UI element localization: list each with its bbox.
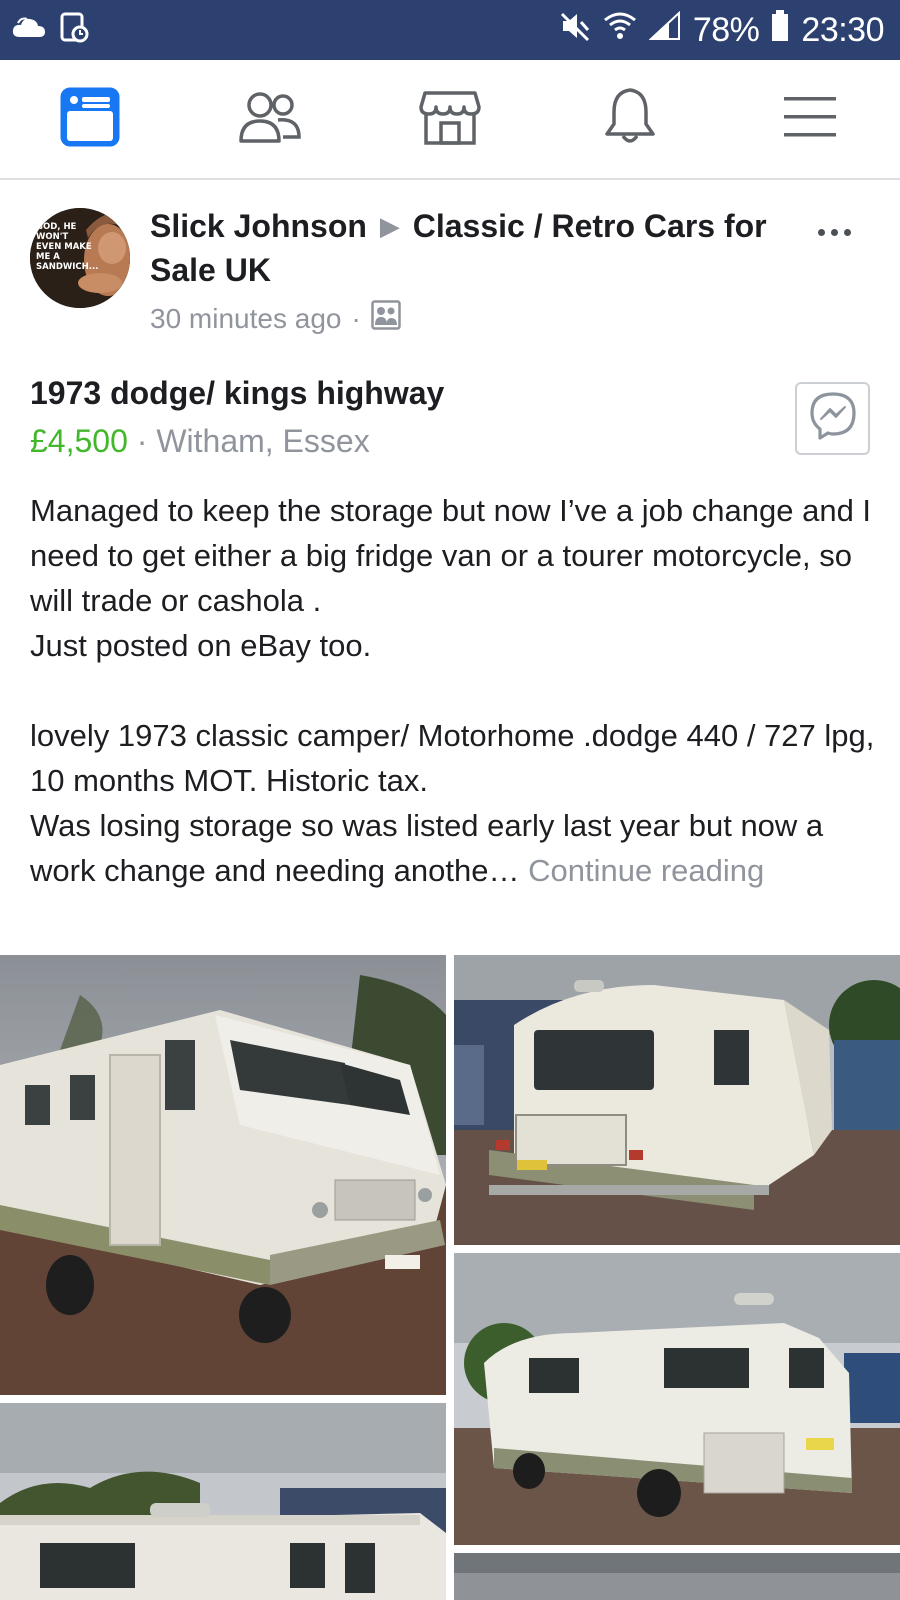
tab-news-feed[interactable] — [0, 60, 180, 178]
avatar[interactable]: GOD, HE WON'T EVEN MAKE ME A SANDWICH... — [30, 208, 130, 308]
tab-menu[interactable] — [720, 60, 900, 178]
meta-separator: · — [351, 302, 361, 334]
status-bar: 78% 23:30 — [0, 0, 900, 60]
listing-photo[interactable] — [454, 955, 900, 1245]
listing-price: £4,500 — [30, 423, 128, 459]
tab-marketplace[interactable] — [360, 60, 540, 178]
author-name[interactable]: Slick Johnson — [150, 208, 367, 244]
mute-icon — [559, 10, 591, 51]
group-audience-icon — [371, 300, 401, 337]
price-line: £4,500 · Witham, Essex — [30, 423, 370, 460]
battery-icon — [771, 9, 789, 51]
cloud-icon — [12, 15, 46, 46]
clock: 23:30 — [801, 10, 884, 49]
more-options-button[interactable] — [806, 212, 862, 252]
news-feed-icon — [60, 87, 120, 152]
friends-icon — [238, 89, 302, 150]
menu-icon — [782, 93, 838, 146]
messenger-icon — [808, 391, 858, 446]
listing-photo[interactable] — [0, 955, 446, 1395]
signal-icon — [648, 10, 681, 50]
listing-photo[interactable] — [454, 1553, 900, 1600]
listing-photo[interactable] — [0, 1403, 446, 1600]
post-paragraph: lovely 1973 classic camper/ Motorhome .d… — [30, 718, 875, 798]
post-meta: 30 minutes ago · — [150, 300, 401, 337]
meta-separator: · — [136, 423, 148, 459]
marketplace-icon — [419, 87, 481, 152]
tab-friends[interactable] — [180, 60, 360, 178]
screenshot-icon — [60, 12, 90, 49]
listing-location: Witham, Essex — [156, 423, 370, 459]
post-body: Managed to keep the storage but now I’ve… — [30, 488, 880, 893]
continue-reading-link[interactable]: Continue reading — [528, 853, 764, 888]
tab-notifications[interactable] — [540, 60, 720, 178]
post-paragraph: Was losing storage so was listed early l… — [30, 803, 880, 893]
listing-title[interactable]: 1973 dodge/ kings highway — [30, 375, 444, 412]
bell-icon — [602, 86, 658, 153]
listing-photo[interactable] — [454, 1253, 900, 1545]
tab-bar — [0, 60, 900, 180]
message-seller-button[interactable] — [795, 382, 870, 455]
post-timestamp[interactable]: 30 minutes ago — [150, 303, 341, 335]
battery-percent: 78% — [692, 10, 760, 49]
post-paragraph: Just posted on eBay too. — [30, 628, 372, 663]
license-plate — [517, 1160, 547, 1170]
wifi-icon — [603, 10, 637, 51]
caret-right-icon: ▶ — [379, 211, 400, 241]
post-author-line: Slick Johnson ▶ Classic / Retro Cars for… — [150, 205, 790, 291]
avatar-caption: GOD, HE WON'T EVEN MAKE ME A SANDWICH... — [36, 222, 99, 272]
post-paragraph: Managed to keep the storage but now I’ve… — [30, 493, 872, 618]
